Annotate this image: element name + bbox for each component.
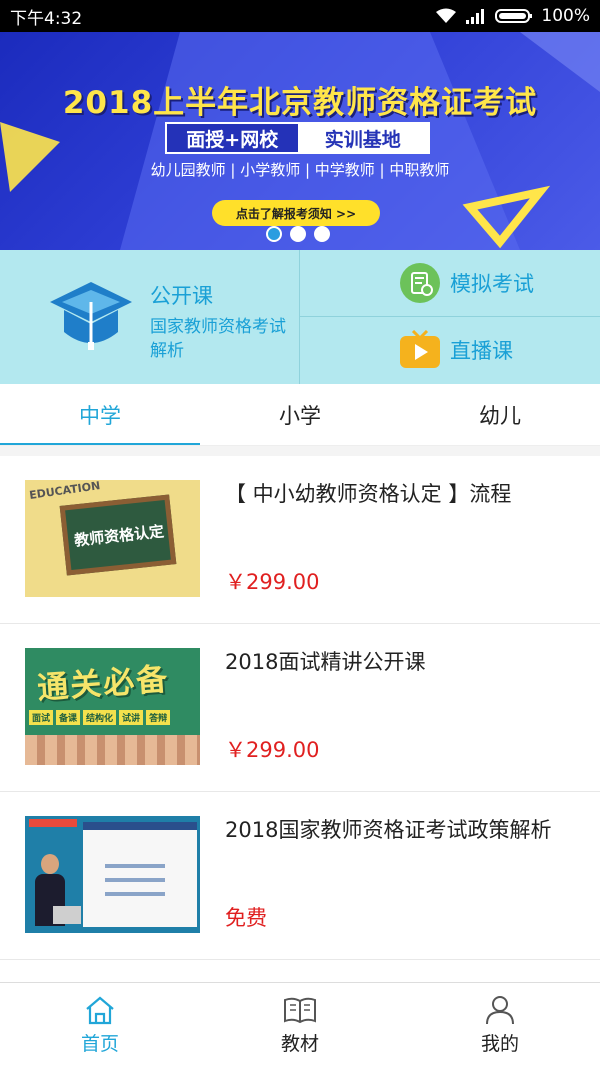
- slide-header: [83, 822, 197, 830]
- laptop-graphic: [53, 906, 81, 924]
- wifi-icon: [435, 8, 457, 24]
- open-course-title: 公开课: [150, 284, 213, 308]
- course-title: 【 中小幼教师资格认定 】流程: [225, 482, 512, 506]
- thumb-tag: 答辩: [146, 710, 171, 725]
- graduation-cap-icon: [50, 282, 132, 350]
- mock-exam-button[interactable]: 模拟考试: [300, 250, 600, 316]
- nav-textbook-label: 教材: [280, 1032, 319, 1055]
- thumb-tag: 试讲: [119, 710, 144, 725]
- thumb-tag: 备课: [56, 710, 81, 725]
- nav-profile-label: 我的: [480, 1032, 519, 1055]
- slide-line: [105, 864, 165, 868]
- battery-icon: [495, 8, 533, 24]
- bottom-nav: 首页 教材 我的: [0, 982, 600, 1067]
- carousel-dot[interactable]: [290, 226, 306, 242]
- nav-home-label: 首页: [80, 1032, 119, 1055]
- home-icon: [86, 996, 114, 1024]
- open-course-desc: 国家教师资格考试解析: [150, 317, 286, 361]
- tab-primary-school[interactable]: 小学: [200, 384, 400, 445]
- course-thumbnail: EDUCATION 教师资格认定: [25, 480, 200, 597]
- exam-icon: [400, 263, 440, 303]
- hands-graphic: [25, 735, 200, 765]
- thumb-text: 教师资格认定: [73, 522, 165, 550]
- mock-exam-label: 模拟考试: [450, 272, 534, 296]
- course-list: EDUCATION 教师资格认定 【 中小幼教师资格认定 】流程 ￥299.00…: [0, 456, 600, 960]
- logo: [29, 819, 77, 827]
- thumb-tag: 结构化: [83, 710, 117, 725]
- course-price: ￥299.00: [225, 738, 320, 762]
- status-time: 下午4:32: [10, 8, 83, 29]
- thumb-tag: 面试: [29, 710, 54, 725]
- course-title: 2018国家教师资格证考试政策解析: [225, 818, 552, 842]
- nav-textbook[interactable]: 教材: [200, 983, 400, 1067]
- promo-banner[interactable]: 2018上半年北京教师资格证考试 面授+网校 实训基地 幼儿园教师 | 小学教师…: [0, 32, 600, 250]
- status-indicators: 100%: [435, 6, 590, 26]
- presenter-head: [41, 854, 59, 874]
- section-gap: [0, 446, 600, 456]
- nav-home[interactable]: 首页: [0, 983, 200, 1067]
- course-item[interactable]: EDUCATION 教师资格认定 【 中小幼教师资格认定 】流程 ￥299.00: [0, 456, 600, 624]
- carousel-dot[interactable]: [266, 226, 282, 242]
- slide-line: [105, 892, 165, 896]
- banner-subtitle: 幼儿园教师 | 小学教师 | 中学教师 | 中职教师: [150, 161, 450, 179]
- banner-button[interactable]: 点击了解报考须知 >>: [212, 200, 380, 226]
- open-course-card[interactable]: 公开课 国家教师资格考试解析: [0, 250, 299, 384]
- nav-profile[interactable]: 我的: [400, 983, 600, 1067]
- battery-percent: 100%: [541, 6, 590, 26]
- quick-menu: 公开课 国家教师资格考试解析 模拟考试 直播课: [0, 250, 600, 384]
- course-title: 2018面试精讲公开课: [225, 650, 426, 674]
- category-tabs: 中学 小学 幼儿: [0, 384, 600, 446]
- tv-play-icon: [400, 330, 440, 368]
- course-thumbnail: [25, 816, 200, 933]
- live-course-label: 直播课: [450, 339, 513, 363]
- banner-title: 2018上半年北京教师资格证考试: [62, 85, 538, 121]
- carousel-dots[interactable]: [266, 226, 330, 242]
- carousel-dot[interactable]: [314, 226, 330, 242]
- course-item[interactable]: 通关必备 面试 备课 结构化 试讲 答辩 2018面试精讲公开课 ￥299.00: [0, 624, 600, 792]
- slide-graphic: [83, 822, 197, 927]
- banner-tag: 面授+网校 实训基地: [165, 122, 430, 154]
- user-icon: [486, 995, 514, 1024]
- thumb-tags: 面试 备课 结构化 试讲 答辩: [29, 710, 171, 725]
- live-course-button[interactable]: 直播课: [300, 317, 600, 383]
- thumb-caption: EDUCATION: [28, 480, 102, 502]
- banner-tag-left: 面授+网校: [167, 124, 298, 152]
- slide-line: [105, 878, 165, 882]
- course-price: ￥299.00: [225, 570, 320, 594]
- tab-middle-school[interactable]: 中学: [0, 384, 200, 445]
- signal-icon: [465, 8, 487, 24]
- course-thumbnail: 通关必备 面试 备课 结构化 试讲 答辩: [25, 648, 200, 765]
- banner-tag-right: 实训基地: [297, 124, 428, 152]
- course-price: 免费: [225, 906, 267, 930]
- book-icon: [284, 997, 316, 1023]
- course-item[interactable]: 2018国家教师资格证考试政策解析 免费: [0, 792, 600, 960]
- thumb-text: 通关必备: [36, 661, 171, 707]
- status-bar: 下午4:32 100%: [0, 0, 600, 32]
- chalkboard: 教师资格认定: [59, 494, 177, 576]
- tab-kindergarten[interactable]: 幼儿: [400, 384, 600, 445]
